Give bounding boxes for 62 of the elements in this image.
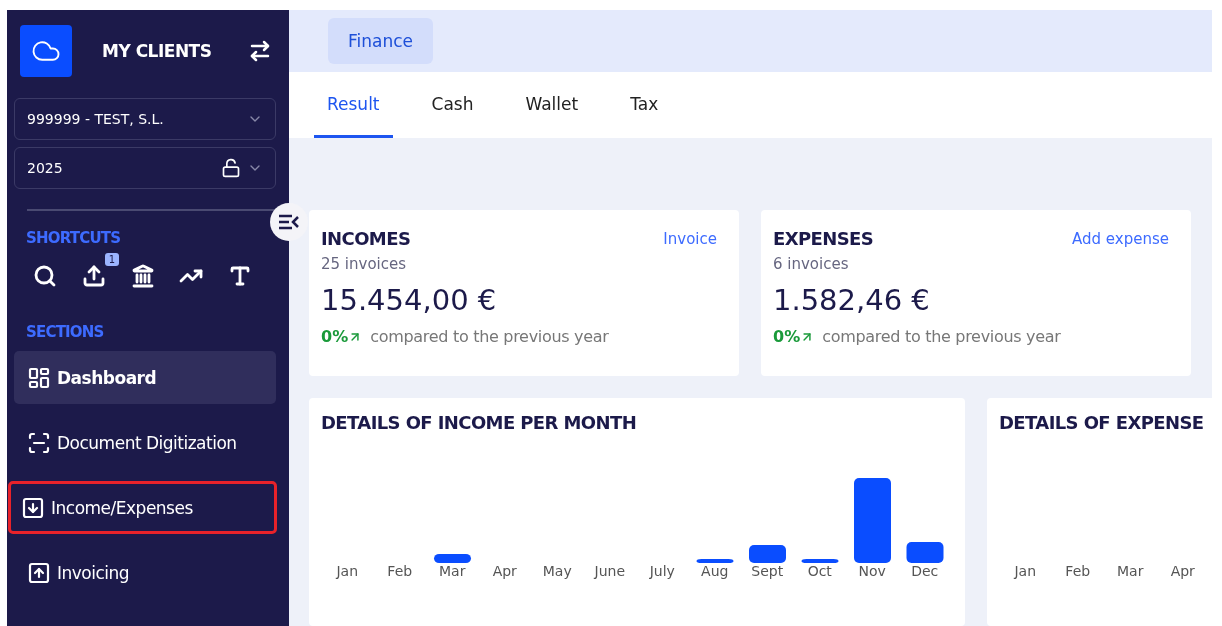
amount: 1.582,46 € xyxy=(773,283,931,317)
month-label: Mar xyxy=(1116,563,1145,579)
month-label: Apr xyxy=(1169,563,1196,579)
month-label: Apr xyxy=(491,563,518,579)
shortcuts-heading: SHORTCUTS xyxy=(25,229,122,247)
scan-icon xyxy=(27,430,51,455)
month-label: Aug xyxy=(700,563,730,579)
month-label: Feb xyxy=(386,563,414,579)
nav-item[interactable]: Document Digitization xyxy=(14,416,276,469)
bar xyxy=(434,554,471,563)
swap-icon[interactable] xyxy=(248,39,272,63)
company-select[interactable]: 999999 - TEST, S.L. xyxy=(14,98,276,140)
cloud-logo xyxy=(20,25,72,77)
nav-item[interactable]: Invoicing xyxy=(14,546,276,599)
collapse-button[interactable] xyxy=(270,203,308,241)
unlock-icon xyxy=(221,158,241,178)
bar xyxy=(749,545,786,563)
tray-down-icon xyxy=(21,495,45,520)
month-label: June xyxy=(592,563,626,579)
collapse-icon xyxy=(278,214,300,230)
month-label: Jan xyxy=(1012,563,1038,579)
year-select[interactable]: 2025 xyxy=(14,147,276,189)
nav-item[interactable]: Income/Expenses xyxy=(8,481,277,534)
card-title: EXPENSES xyxy=(773,228,874,249)
month-label: July xyxy=(648,563,676,579)
bar xyxy=(696,559,734,563)
month-label: Nov xyxy=(857,563,887,579)
month-label: May xyxy=(541,563,573,579)
month-label: Oct xyxy=(806,563,833,579)
card-title: INCOMES xyxy=(321,228,411,249)
brand-title: MY CLIENTS xyxy=(102,41,212,61)
tab[interactable]: Result xyxy=(314,72,393,138)
bar xyxy=(801,559,839,563)
finance-tab[interactable]: Finance xyxy=(328,18,434,64)
month-label: Jan xyxy=(334,563,360,579)
upload-icon xyxy=(81,264,106,288)
sections-heading: SECTIONS xyxy=(25,323,105,341)
tray-up-icon xyxy=(27,560,51,585)
tab[interactable]: Tax xyxy=(617,72,672,138)
month-label: Mar xyxy=(438,563,467,579)
change-text: compared to the previous year xyxy=(370,327,609,346)
chart-title: DETAILS OF EXPENSE xyxy=(999,412,1205,433)
bar xyxy=(906,542,944,563)
tab[interactable]: Cash xyxy=(418,72,487,138)
change-percent: 0% xyxy=(773,327,801,346)
amount: 15.454,00 € xyxy=(321,283,498,317)
count-badge: 1 xyxy=(104,253,120,266)
change-text: compared to the previous year xyxy=(822,327,1061,346)
month-label: Feb xyxy=(1064,563,1092,579)
invoice-count: 25 invoices xyxy=(321,255,408,273)
bank-icon xyxy=(130,264,155,288)
card-link[interactable]: Add expense xyxy=(1072,229,1169,248)
search-icon xyxy=(33,264,57,288)
chart-title: DETAILS OF INCOME PER MONTH xyxy=(321,412,638,433)
tab[interactable]: Wallet xyxy=(512,72,592,138)
invoice-count: 6 invoices xyxy=(773,255,850,273)
nav-item[interactable]: Dashboard xyxy=(14,351,276,404)
change-percent: 0% xyxy=(321,327,349,346)
month-label: Dec xyxy=(910,563,940,579)
month-label: Sept xyxy=(750,563,785,579)
dashboard-icon xyxy=(27,365,51,390)
card-link[interactable]: Invoice xyxy=(663,229,717,248)
